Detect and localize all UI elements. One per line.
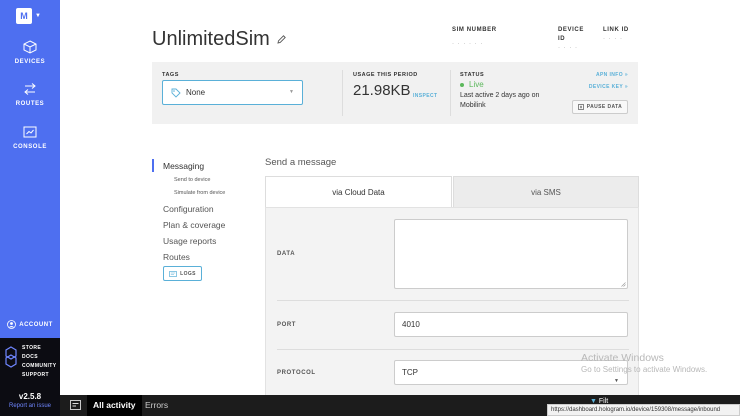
sidebar: M ▼ DEVICES ROUTES CONSOLE ACCOUNT STORE… xyxy=(0,0,60,416)
pause-data-button[interactable]: PAUSE DATA xyxy=(572,100,628,114)
usage-value: 21.98KB xyxy=(353,82,411,99)
activity-panel-icon[interactable] xyxy=(70,400,81,410)
sidebar-link-community[interactable]: COMMUNITY xyxy=(22,362,56,371)
device-info-card: TAGS None ▼ USAGE THIS PERIOD 21.98KB IN… xyxy=(152,62,638,124)
report-issue-link[interactable]: Report an issue xyxy=(0,403,60,409)
device-title-row: UnlimitedSim xyxy=(152,28,287,51)
tags-select[interactable]: None ▼ xyxy=(162,80,303,105)
protocol-value: TCP xyxy=(402,368,418,377)
protocol-select[interactable]: TCP ▼ xyxy=(394,360,628,385)
subnav-plan-coverage[interactable]: Plan & coverage xyxy=(163,220,225,230)
divider xyxy=(450,70,451,116)
protocol-label: PROTOCOL xyxy=(277,370,316,376)
account-icon xyxy=(7,320,17,329)
hologram-logo-icon xyxy=(5,346,17,368)
active-indicator xyxy=(152,159,154,172)
subnav-send-to-device[interactable]: Send to device xyxy=(174,177,210,183)
status-badge: Live xyxy=(460,80,484,89)
account-label: ACCOUNT xyxy=(19,321,53,328)
subnav-usage-reports[interactable]: Usage reports xyxy=(163,236,216,246)
routes-icon xyxy=(24,83,36,95)
message-tabs: via Cloud Data via SMS xyxy=(265,176,639,208)
sidebar-item-account[interactable]: ACCOUNT xyxy=(0,320,60,329)
tab-all-activity[interactable]: All activity xyxy=(87,395,142,416)
subnav-simulate-from-device[interactable]: Simulate from device xyxy=(174,190,225,196)
subnav-configuration[interactable]: Configuration xyxy=(163,204,214,214)
sidebar-item-console[interactable]: CONSOLE xyxy=(0,125,60,150)
version-box: v2.5.8 Report an issue xyxy=(0,390,60,416)
device-id-label: DEVICE ID xyxy=(558,27,584,42)
app-root: M ▼ DEVICES ROUTES CONSOLE ACCOUNT STORE… xyxy=(0,0,740,416)
section-title: Send a message xyxy=(265,157,337,168)
sidebar-item-label: ROUTES xyxy=(15,101,45,107)
sim-number-label: SIM NUMBER xyxy=(452,27,497,33)
divider xyxy=(342,70,343,116)
device-key-link[interactable]: DEVICE KEY » xyxy=(589,84,628,90)
sidebar-link-docs[interactable]: DOCS xyxy=(22,353,56,362)
link-id-block: LINK ID · · · · xyxy=(603,26,633,42)
sidebar-item-devices[interactable]: DEVICES xyxy=(0,40,60,65)
sidebar-item-label: DEVICES xyxy=(14,59,46,65)
console-icon xyxy=(23,126,37,138)
pause-data-label: PAUSE DATA xyxy=(586,104,623,110)
port-input[interactable]: 4010 xyxy=(394,312,628,337)
usage-label: USAGE THIS PERIOD xyxy=(353,72,418,78)
sidebar-link-store[interactable]: STORE xyxy=(22,344,56,353)
logs-icon xyxy=(169,270,177,277)
sidebar-link-support[interactable]: SUPPORT xyxy=(22,371,56,380)
message-form: DATA PORT 4010 PROTOCOL TCP ▼ xyxy=(265,207,639,397)
tags-label: TAGS xyxy=(162,72,179,78)
divider xyxy=(277,300,629,301)
tag-icon xyxy=(171,88,181,98)
org-switcher[interactable]: M ▼ xyxy=(16,8,41,24)
subnav-routes[interactable]: Routes xyxy=(163,252,190,262)
device-name: UnlimitedSim xyxy=(152,28,270,50)
caret-down-icon[interactable]: ▼ xyxy=(35,13,41,19)
device-id-value: · · · · xyxy=(558,45,578,51)
pencil-icon[interactable] xyxy=(276,34,287,45)
resize-handle-icon[interactable] xyxy=(621,282,626,287)
status-detail: Last active 2 days ago on Mobilink xyxy=(460,92,540,109)
tab-sms[interactable]: via SMS xyxy=(453,176,639,208)
chevron-down-icon: ▼ xyxy=(614,378,619,384)
device-id-block: DEVICE ID · · · · xyxy=(558,26,588,51)
tab-errors[interactable]: Errors xyxy=(145,395,168,416)
inspect-link[interactable]: INSPECT xyxy=(413,93,437,99)
sidebar-links: STORE DOCS COMMUNITY SUPPORT xyxy=(0,338,60,390)
divider xyxy=(277,349,629,350)
version-label: v2.5.8 xyxy=(18,392,42,401)
apn-info-link[interactable]: APN INFO » xyxy=(596,72,628,78)
link-id-value: · · · · xyxy=(603,36,623,42)
status-label: STATUS xyxy=(460,72,485,78)
logs-label: LOGS xyxy=(180,270,196,277)
port-label: PORT xyxy=(277,322,297,328)
sim-number-block: SIM NUMBER · · · · · · xyxy=(452,26,497,47)
subnav-messaging[interactable]: Messaging xyxy=(163,161,204,171)
logs-button[interactable]: LOGS xyxy=(163,266,202,281)
tab-cloud-data[interactable]: via Cloud Data xyxy=(265,176,452,208)
cube-icon xyxy=(23,40,37,54)
data-label: DATA xyxy=(277,251,296,257)
link-id-label: LINK ID xyxy=(603,27,629,33)
sim-number-value: · · · · · · xyxy=(452,41,484,47)
status-value: Live xyxy=(469,80,484,89)
chevron-down-icon: ▼ xyxy=(289,89,294,95)
browser-status-url: https://dashboard.hologram.io/device/159… xyxy=(547,404,740,416)
live-dot-icon xyxy=(460,82,464,87)
sidebar-item-label: CONSOLE xyxy=(13,144,47,150)
pause-icon xyxy=(577,104,584,110)
sidebar-item-routes[interactable]: ROUTES xyxy=(0,82,60,107)
tags-value: None xyxy=(186,88,206,97)
org-badge[interactable]: M xyxy=(16,8,32,24)
data-textarea[interactable] xyxy=(394,219,628,289)
